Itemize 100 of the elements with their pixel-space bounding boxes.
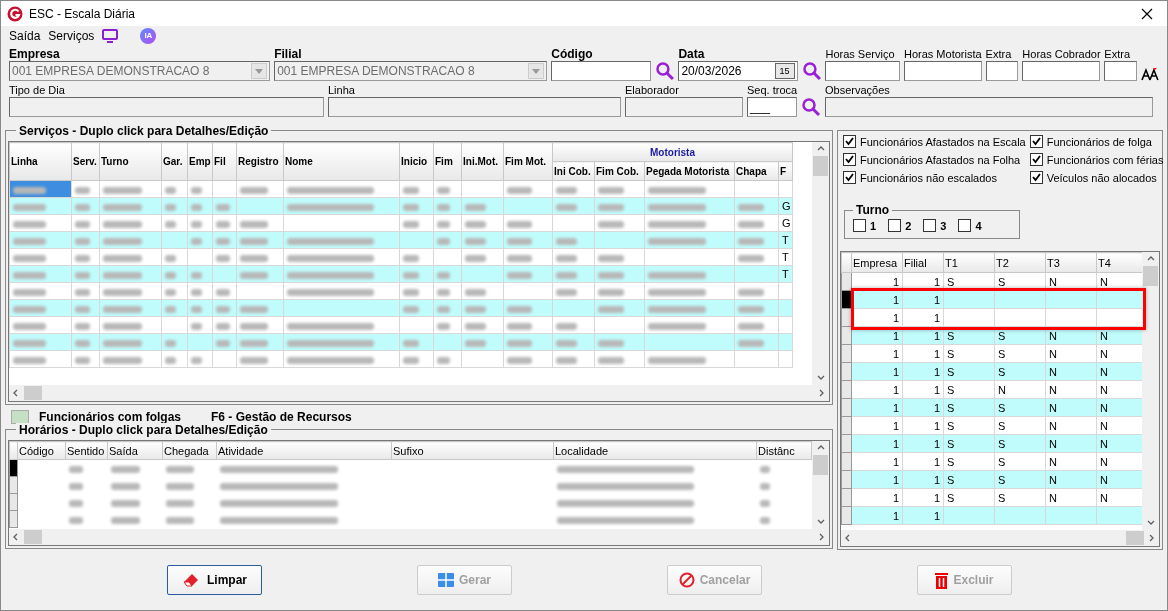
blurred-text	[437, 271, 450, 279]
checkbox[interactable]	[843, 171, 856, 184]
hours-field[interactable]	[985, 61, 1019, 81]
blurred-text	[13, 288, 46, 296]
blurred-text	[240, 254, 268, 262]
column-header[interactable]: Saída	[107, 441, 163, 460]
checkbox[interactable]	[1029, 135, 1043, 148]
blurred-text	[556, 186, 577, 194]
column-header[interactable]: Atividade	[216, 441, 392, 460]
scroll-thumb[interactable]	[813, 156, 828, 176]
column-header[interactable]: Linha	[9, 142, 72, 181]
blurred-text	[556, 356, 577, 364]
column-header[interactable]: Fil	[212, 142, 237, 181]
shift-checkbox[interactable]: 4	[958, 219, 982, 232]
column-header[interactable]: Fim	[433, 142, 462, 181]
column-header[interactable]: Sentido	[65, 441, 108, 460]
scroll-thumb[interactable]	[813, 455, 828, 475]
blurred-text	[216, 288, 230, 296]
checkbox[interactable]	[843, 153, 856, 166]
hours-field[interactable]	[903, 61, 982, 81]
menu-item[interactable]: Serviços	[48, 28, 95, 43]
scrollbar[interactable]	[9, 529, 829, 545]
column-header[interactable]: Localidade	[553, 441, 757, 460]
blurred-text	[403, 220, 420, 228]
column-header[interactable]: Empresa	[851, 252, 903, 273]
sequence-field[interactable]: ___	[747, 97, 797, 117]
blurred-text	[13, 203, 46, 211]
filter-checkbox[interactable]: Veículos não alocados	[1029, 171, 1164, 184]
column-header[interactable]: Inicio	[399, 142, 434, 181]
scroll-thumb[interactable]	[1143, 266, 1158, 286]
blurred-text	[111, 499, 140, 507]
menu-item[interactable]: Saída	[9, 28, 41, 43]
shift-checkbox[interactable]: 1	[853, 219, 877, 232]
scroll-thumb[interactable]	[1126, 531, 1144, 545]
author-field[interactable]	[625, 97, 743, 117]
checkbox[interactable]	[923, 219, 937, 232]
column-header[interactable]: T2	[994, 252, 1046, 273]
blurred-text	[13, 186, 46, 194]
column-header[interactable]: Turno	[99, 142, 162, 181]
blurred-text	[75, 186, 90, 194]
column-header[interactable]: Registro	[236, 142, 284, 181]
scroll-thumb[interactable]	[24, 530, 42, 544]
column-header[interactable]: Nome	[283, 142, 400, 181]
column-header[interactable]: T3	[1045, 252, 1097, 273]
hours-field[interactable]	[1104, 61, 1138, 81]
column-header[interactable]: Código	[17, 441, 66, 460]
column-header[interactable]: Sufixo	[391, 441, 554, 460]
blurred-text	[598, 288, 624, 296]
column-header[interactable]: Filial	[902, 252, 944, 273]
scrollbar[interactable]	[1142, 252, 1159, 530]
close-icon[interactable]	[1141, 7, 1153, 20]
line-field[interactable]	[328, 97, 621, 117]
scrollbar[interactable]	[9, 385, 829, 401]
shift-checkbox[interactable]: 2	[888, 219, 912, 232]
hours-field[interactable]	[825, 61, 900, 81]
date-field[interactable]: 20/03/2026 15	[678, 61, 798, 81]
branch-dropdown[interactable]: 001 EMPRESA DEMONSTRACAO 8	[274, 61, 548, 81]
checkbox[interactable]	[1029, 153, 1043, 166]
checkbox[interactable]	[1029, 171, 1043, 184]
column-header[interactable]: Emp	[187, 142, 213, 181]
column-header[interactable]: Serv.	[71, 142, 100, 181]
notes-field[interactable]	[825, 97, 1153, 117]
column-header[interactable]: T1	[943, 252, 995, 273]
column-header[interactable]: T4	[1096, 252, 1142, 273]
company-dropdown[interactable]: 001 EMPRESA DEMONSTRACAO 8	[9, 61, 271, 81]
checkbox[interactable]	[958, 219, 972, 232]
column-header[interactable]: Ini.Mot.	[461, 142, 504, 181]
checkbox[interactable]	[853, 219, 866, 232]
code-field[interactable]	[551, 61, 651, 81]
field-label: Horas Motorista	[903, 47, 982, 61]
filter-checkbox[interactable]: Funcionários de folga	[1029, 135, 1164, 148]
column-header[interactable]: Gar.	[161, 142, 188, 181]
calendar-button[interactable]: 15	[774, 63, 795, 79]
scrollbar[interactable]	[841, 530, 1159, 546]
blurred-text	[648, 288, 707, 296]
blurred-text	[191, 322, 202, 330]
blurred-text	[165, 254, 177, 262]
action-button[interactable]: Limpar	[167, 565, 262, 595]
font-size-icon[interactable]	[1141, 67, 1159, 81]
checkbox[interactable]	[843, 135, 856, 148]
blurred-text	[437, 322, 450, 330]
scroll-thumb[interactable]	[24, 386, 42, 400]
filter-checkbox[interactable]: Funcionários não escalados	[843, 171, 1026, 184]
scrollbar[interactable]	[812, 142, 829, 385]
row-indicator[interactable]	[841, 290, 852, 309]
monitor-icon[interactable]	[102, 28, 119, 43]
column-header[interactable]: Fim Mot.	[503, 142, 553, 181]
hours-field[interactable]	[1022, 61, 1101, 81]
day-type-field[interactable]	[9, 97, 324, 117]
search-icon[interactable]	[801, 97, 821, 117]
search-icon[interactable]	[801, 61, 822, 81]
column-header[interactable]: Distânc	[756, 441, 812, 460]
search-icon[interactable]	[654, 61, 675, 81]
ai-button[interactable]: IA	[140, 27, 157, 44]
checkbox[interactable]	[888, 219, 902, 232]
row-indicator[interactable]	[9, 459, 18, 477]
shift-checkbox[interactable]: 3	[923, 219, 947, 232]
scrollbar[interactable]	[812, 441, 829, 529]
column-header[interactable]: Chegada	[162, 441, 217, 460]
grid-icon	[438, 573, 454, 587]
